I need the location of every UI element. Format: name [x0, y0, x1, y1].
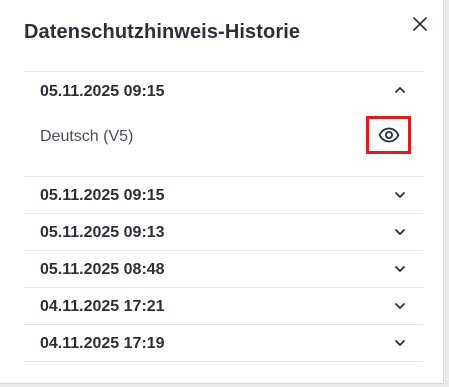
history-item[interactable]: 04.11.2025 17:21: [24, 288, 423, 325]
close-button[interactable]: [408, 12, 432, 36]
history-item-date: 04.11.2025 17:19: [40, 335, 165, 352]
chevron-down-icon: [395, 266, 405, 272]
history-item-date: 05.11.2025 09:13: [40, 224, 165, 241]
close-icon: [413, 17, 427, 31]
chevron-down-icon: [395, 192, 405, 198]
history-item-date: 05.11.2025 09:15: [40, 83, 165, 100]
history-item[interactable]: 05.11.2025 09:15: [24, 177, 423, 214]
history-list: 05.11.2025 09:15 Deutsch (V5) 05.11.2025…: [24, 71, 423, 362]
chevron-down-icon: [395, 303, 405, 309]
history-item[interactable]: 04.11.2025 17:19: [24, 325, 423, 362]
history-item[interactable]: 05.11.2025 09:13: [24, 214, 423, 251]
privacy-history-dialog: Datenschutzhinweis-Historie 05.11.2025 0…: [0, 0, 444, 384]
history-item-date: 05.11.2025 09:15: [40, 187, 165, 204]
history-item-language: Deutsch (V5): [40, 128, 134, 145]
eye-icon: [378, 127, 399, 143]
view-button[interactable]: [366, 116, 411, 154]
history-item[interactable]: 05.11.2025 08:48: [24, 251, 423, 288]
history-item: 05.11.2025 09:15 Deutsch (V5): [24, 72, 423, 177]
chevron-down-icon: [395, 340, 405, 346]
history-item-date: 05.11.2025 08:48: [40, 261, 165, 278]
chevron-up-icon[interactable]: [394, 85, 406, 95]
history-item-date: 04.11.2025 17:21: [40, 298, 165, 315]
dialog-title: Datenschutzhinweis-Historie: [24, 21, 301, 43]
chevron-down-icon: [395, 229, 405, 235]
